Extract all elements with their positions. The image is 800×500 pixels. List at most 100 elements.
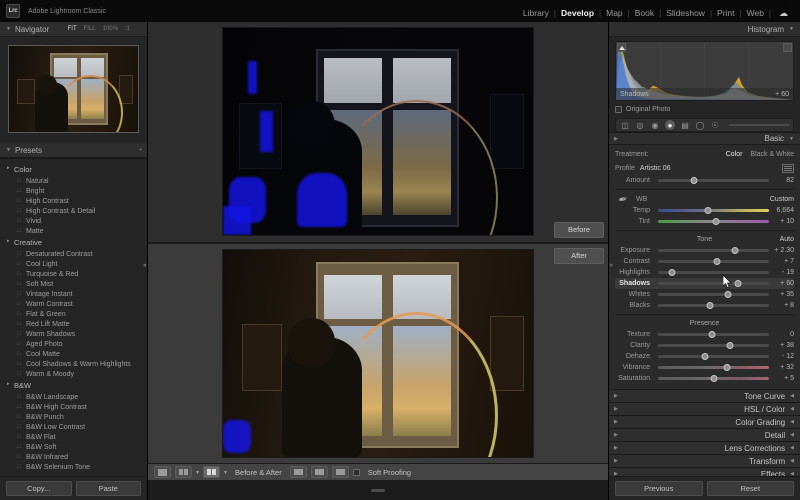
panel-transform[interactable]: ▶Transform◀ xyxy=(609,454,800,467)
amount-slider-track[interactable] xyxy=(658,179,769,182)
preset-item[interactable]: High Contrast xyxy=(0,196,147,206)
chevron-down-icon[interactable]: ▾ xyxy=(224,469,227,476)
before-image-pane[interactable]: Before xyxy=(148,22,608,244)
tone-blacks-row[interactable]: Blacks+ 8 xyxy=(615,300,794,311)
slider-track[interactable] xyxy=(658,282,769,285)
preset-item[interactable]: Turquoise & Red xyxy=(0,269,147,279)
presence-vibrance-row[interactable]: Vibrance+ 32 xyxy=(615,362,794,373)
original-photo-row[interactable]: Original Photo xyxy=(615,103,794,115)
preset-item[interactable]: Warm & Moody xyxy=(0,369,147,379)
radial-filter-icon[interactable]: ◯ xyxy=(695,120,705,130)
slider-knob[interactable] xyxy=(734,280,741,287)
navigator-zoom-fill[interactable]: FILL xyxy=(83,26,97,32)
tool-size-slider[interactable] xyxy=(729,124,789,126)
panel-hslcolor[interactable]: ▶HSL / Color◀ xyxy=(609,402,800,415)
preset-item[interactable]: Red Lift Matte xyxy=(0,319,147,329)
cloud-sync-icon[interactable]: ☁ xyxy=(779,8,788,19)
slider-track[interactable] xyxy=(658,366,769,369)
module-print[interactable]: Print xyxy=(712,8,739,18)
panel-detail[interactable]: ▶Detail◀ xyxy=(609,428,800,441)
navigator-zoom-fit[interactable]: FIT xyxy=(67,26,78,32)
slider-knob[interactable] xyxy=(707,302,714,309)
filmstrip-collapsed[interactable] xyxy=(148,480,608,500)
slider-knob[interactable] xyxy=(727,342,734,349)
slider-knob[interactable] xyxy=(723,364,730,371)
presets-panel-header[interactable]: ▼ Presets + xyxy=(0,143,147,158)
presence-saturation-row[interactable]: Saturation+ 5 xyxy=(615,373,794,384)
navigator-preview[interactable] xyxy=(0,37,147,143)
loupe-view-button[interactable] xyxy=(154,466,171,478)
preset-item[interactable]: Bright xyxy=(0,186,147,196)
slider-track[interactable] xyxy=(658,304,769,307)
left-panel-collapse-icon[interactable]: ◂ xyxy=(142,261,146,269)
slider-knob[interactable] xyxy=(712,218,719,225)
presence-texture-row[interactable]: Texture0 xyxy=(615,329,794,340)
slider-track[interactable] xyxy=(658,271,769,274)
presence-dehaze-row[interactable]: Dehaze- 12 xyxy=(615,351,794,362)
slider-track[interactable] xyxy=(658,220,769,223)
amount-slider-row[interactable]: Amount 82 xyxy=(615,175,794,186)
slider-knob[interactable] xyxy=(731,247,738,254)
navigator-panel-header[interactable]: ▼ Navigator FITFILL100%:1 xyxy=(0,22,147,37)
mask-icon[interactable]: ● xyxy=(665,120,675,130)
eyedropper-icon[interactable]: ✒ xyxy=(614,190,633,209)
preset-item[interactable]: B&W Soft xyxy=(0,442,147,452)
preset-item[interactable]: B&W Selenium Tone xyxy=(0,462,147,472)
tone-whites-row[interactable]: Whites+ 35 xyxy=(615,289,794,300)
panel-tonecurve[interactable]: ▶Tone Curve◀ xyxy=(609,389,800,402)
preset-item[interactable]: Vivid xyxy=(0,216,147,226)
wb-value[interactable]: Custom xyxy=(770,196,794,203)
after-image[interactable] xyxy=(223,250,533,457)
tone-contrast-row[interactable]: Contrast+ 7 xyxy=(615,256,794,267)
preset-item[interactable]: Flat & Green xyxy=(0,309,147,319)
slider-knob[interactable] xyxy=(710,375,717,382)
highlight-clipping-indicator[interactable] xyxy=(783,43,792,52)
right-panel-scroll[interactable]: ▶ Basic ▼ Treatment: ColorBlack & White … xyxy=(609,132,800,476)
panel-effects[interactable]: ▶Effects◀ xyxy=(609,467,800,476)
slider-knob[interactable] xyxy=(704,207,711,214)
preset-item[interactable]: Matte xyxy=(0,226,147,236)
preset-item[interactable]: B&W Punch xyxy=(0,412,147,422)
panel-colorgrading[interactable]: ▶Color Grading◀ xyxy=(609,415,800,428)
slider-knob[interactable] xyxy=(713,258,720,265)
slider-track[interactable] xyxy=(658,355,769,358)
compare-view-button[interactable] xyxy=(175,466,192,478)
wb-temp-row[interactable]: Temp6,664 xyxy=(615,205,794,216)
tone-highlights-row[interactable]: Highlights- 19 xyxy=(615,267,794,278)
treatment-options[interactable]: ColorBlack & White xyxy=(726,151,794,158)
histogram-panel-header[interactable]: Histogram ▼ xyxy=(609,22,800,37)
right-panel-collapse-icon[interactable]: ▸ xyxy=(610,261,614,269)
module-develop[interactable]: Develop xyxy=(556,8,599,18)
navigator-thumbnail[interactable] xyxy=(8,45,139,133)
copy-after-settings-button[interactable] xyxy=(311,466,328,478)
slider-track[interactable] xyxy=(658,377,769,380)
wb-tint-row[interactable]: Tint+ 10 xyxy=(615,216,794,227)
module-book[interactable]: Book xyxy=(630,8,659,18)
preset-item[interactable]: B&W Low Contrast xyxy=(0,422,147,432)
shadow-clipping-indicator[interactable] xyxy=(617,43,626,52)
auto-tone-button[interactable]: Auto xyxy=(780,234,794,245)
preset-item[interactable]: Soft Mist xyxy=(0,279,147,289)
preset-group-creative[interactable]: Creative xyxy=(0,236,147,249)
swap-before-after-button[interactable] xyxy=(332,466,349,478)
redeye-icon[interactable]: ◉ xyxy=(650,120,660,130)
treatment-option-blackwhite[interactable]: Black & White xyxy=(750,151,794,158)
slider-track[interactable] xyxy=(658,209,769,212)
soft-proofing-checkbox[interactable] xyxy=(353,469,360,476)
navigator-zoom-options[interactable]: FIT FILL 100% :1 xyxy=(67,26,131,32)
module-slideshow[interactable]: Slideshow xyxy=(661,8,710,18)
profile-browser-icon[interactable] xyxy=(782,164,794,173)
preset-item[interactable]: Aged Photo xyxy=(0,339,147,349)
slider-track[interactable] xyxy=(658,333,769,336)
navigator-zoom-100[interactable]: 100% xyxy=(102,26,119,32)
preset-item[interactable]: Desaturated Contrast xyxy=(0,249,147,259)
preset-item[interactable]: Cool Shadows & Warm Highlights xyxy=(0,359,147,369)
chevron-down-icon[interactable]: ▾ xyxy=(196,469,199,476)
graduated-filter-icon[interactable]: ▤ xyxy=(680,120,690,130)
preset-item[interactable]: B&W Landscape xyxy=(0,392,147,402)
module-map[interactable]: Map xyxy=(601,8,628,18)
preset-item[interactable]: Vintage Instant xyxy=(0,289,147,299)
preset-item[interactable]: High Contrast & Detail xyxy=(0,206,147,216)
navigator-zoom-1[interactable]: :1 xyxy=(124,26,131,32)
basic-panel-header[interactable]: ▶ Basic ▼ xyxy=(609,132,800,145)
